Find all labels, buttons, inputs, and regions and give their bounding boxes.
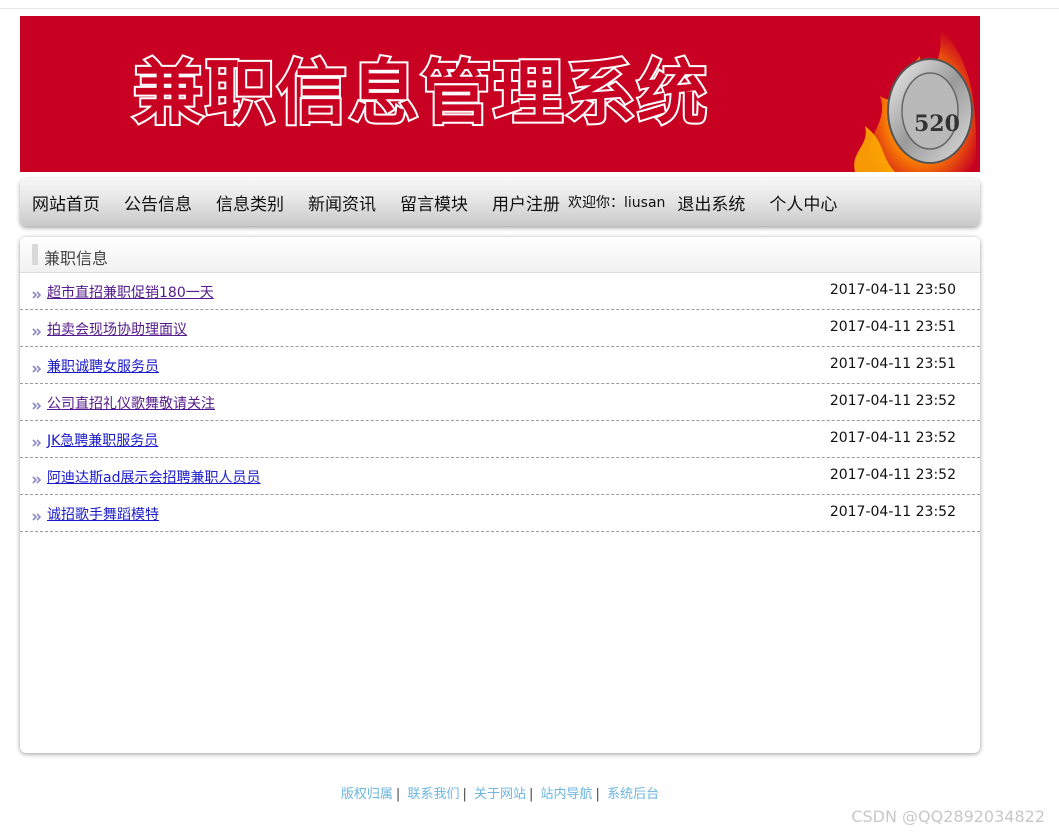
job-title-link[interactable]: 公司直招礼仪歌舞敬请关注 xyxy=(47,393,215,413)
ring-emblem-icon: 520 xyxy=(854,26,976,172)
welcome-text: 欢迎你：liusan xyxy=(568,195,666,211)
job-title-link[interactable]: 兼职诚聘女服务员 xyxy=(47,356,159,376)
job-title-link[interactable]: JK急聘兼职服务员 xyxy=(47,430,158,450)
list-item: 拍卖会现场协助理面议 2017-04-11 23:51 xyxy=(20,310,980,347)
csdn-watermark: CSDN @QQ2892034822 xyxy=(851,807,1045,826)
job-title-link[interactable]: 拍卖会现场协助理面议 xyxy=(47,319,187,339)
list-item: JK急聘兼职服务员 2017-04-11 23:52 xyxy=(20,421,980,458)
footer-link-about[interactable]: 关于网站 xyxy=(474,787,526,802)
job-date: 2017-04-11 23:51 xyxy=(829,319,956,335)
nav-item-messages[interactable]: 留言模块 xyxy=(400,190,468,215)
job-title-link[interactable]: 超市直招兼职促销180一天 xyxy=(47,282,214,302)
footer-separator: | xyxy=(462,787,467,802)
double-chevron-icon xyxy=(32,328,42,336)
list-item: 兼职诚聘女服务员 2017-04-11 23:51 xyxy=(20,347,980,384)
panel-title: 兼职信息 xyxy=(44,249,109,268)
footer-link-admin[interactable]: 系统后台 xyxy=(607,787,659,802)
nav-item-news[interactable]: 新闻资讯 xyxy=(308,190,376,215)
site-banner: 兼职信息管理系统 520 xyxy=(20,16,980,172)
double-chevron-icon xyxy=(32,476,42,484)
list-item: 阿迪达斯ad展示会招聘兼职人员员 2017-04-11 23:52 xyxy=(20,458,980,495)
footer-links: 版权归属 | 联系我们 | 关于网站 | 站内导航 | 系统后台 xyxy=(0,783,1000,802)
footer-separator: | xyxy=(529,787,534,802)
top-divider xyxy=(0,8,1059,9)
job-date: 2017-04-11 23:52 xyxy=(829,467,956,483)
job-date: 2017-04-11 23:52 xyxy=(829,393,956,409)
job-title-link[interactable]: 诚招歌手舞蹈模特 xyxy=(47,504,159,524)
list-item: 超市直招兼职促销180一天 2017-04-11 23:50 xyxy=(20,273,980,310)
header-accent-bar xyxy=(32,244,38,265)
footer-link-contact[interactable]: 联系我们 xyxy=(407,787,459,802)
nav-item-home[interactable]: 网站首页 xyxy=(32,190,100,215)
banner-title: 兼职信息管理系统 xyxy=(131,52,709,134)
job-date: 2017-04-11 23:51 xyxy=(829,356,956,372)
nav-item-profile[interactable]: 个人中心 xyxy=(769,190,837,215)
job-date: 2017-04-11 23:52 xyxy=(829,430,956,446)
nav-item-register[interactable]: 用户注册 xyxy=(492,190,560,215)
nav-item-categories[interactable]: 信息类别 xyxy=(216,190,284,215)
job-list: 超市直招兼职促销180一天 2017-04-11 23:50 拍卖会现场协助理面议 2… xyxy=(20,273,980,532)
main-nav: 网站首页 公告信息 信息类别 新闻资讯 留言模块 用户注册 欢迎你：liusan… xyxy=(20,178,980,226)
job-info-panel: 兼职信息 超市直招兼职促销180一天 2017-04-11 23:50 拍卖会现场协… xyxy=(20,237,980,753)
list-item: 诚招歌手舞蹈模特 2017-04-11 23:52 xyxy=(20,495,980,532)
panel-header: 兼职信息 xyxy=(20,237,980,273)
footer-link-sitemap[interactable]: 站内导航 xyxy=(541,787,593,802)
list-item: 公司直招礼仪歌舞敬请关注 2017-04-11 23:52 xyxy=(20,384,980,421)
footer-separator: | xyxy=(595,787,600,802)
double-chevron-icon xyxy=(32,439,42,447)
job-title-link[interactable]: 阿迪达斯ad展示会招聘兼职人员员 xyxy=(47,467,260,487)
svg-text:520: 520 xyxy=(914,111,960,137)
double-chevron-icon xyxy=(32,365,42,373)
double-chevron-icon xyxy=(32,291,42,299)
job-date: 2017-04-11 23:50 xyxy=(829,282,956,298)
footer-separator: | xyxy=(395,787,401,802)
double-chevron-icon xyxy=(32,513,42,521)
nav-item-announcements[interactable]: 公告信息 xyxy=(124,190,192,215)
footer-link-copyright[interactable]: 版权归属 xyxy=(341,787,393,802)
job-date: 2017-04-11 23:52 xyxy=(829,504,956,520)
nav-item-logout[interactable]: 退出系统 xyxy=(677,190,745,215)
double-chevron-icon xyxy=(32,402,42,410)
